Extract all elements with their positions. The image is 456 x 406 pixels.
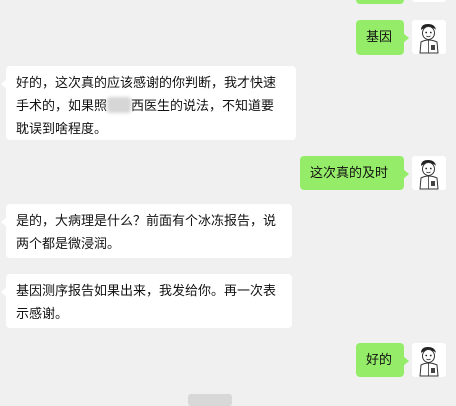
message-outgoing-gene[interactable]: 基因 <box>356 20 409 55</box>
partial-timestamp <box>188 394 232 406</box>
partial-outgoing-bubble <box>356 0 404 4</box>
message-incoming-report[interactable]: 基因测序报告如果出来，我发给你。再一次表示感谢。 <box>1 274 292 328</box>
message-incoming-pathology[interactable]: 是的，大病理是什么？前面有个冰冻报告，说两个都是微浸润。 <box>1 204 292 258</box>
message-outgoing-ok[interactable]: 好的 <box>356 343 409 377</box>
message-outgoing-timely[interactable]: 这次真的及时 <box>300 156 409 190</box>
doctor-avatar-icon[interactable] <box>412 343 446 377</box>
doctor-avatar-icon[interactable] <box>412 20 446 54</box>
partial-avatar <box>412 0 446 2</box>
message-incoming-thanks[interactable]: 好的，这次真的应该感谢的你判断，我才快速手术的，如果照 西医生的说法，不知道要耽误… <box>1 66 296 140</box>
redacted-blur <box>107 97 132 113</box>
doctor-avatar-icon[interactable] <box>412 156 446 190</box>
